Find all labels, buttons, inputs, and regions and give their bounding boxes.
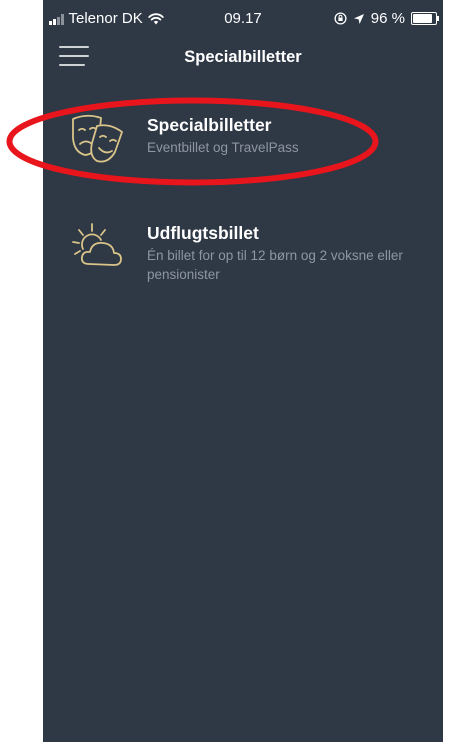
status-right: 96 % bbox=[334, 10, 439, 27]
battery-icon bbox=[411, 12, 439, 25]
item-title: Udflugtsbillet bbox=[147, 223, 259, 243]
rotation-lock-icon bbox=[334, 12, 347, 25]
item-title: Specialbilletter bbox=[147, 115, 272, 135]
list-item-specialbilletter[interactable]: Specialbilletter Eventbillet og TravelPa… bbox=[43, 108, 443, 188]
battery-percent: 96 % bbox=[370, 10, 405, 27]
app-screen: Telenor DK 09.17 96 % Specialbilletter S… bbox=[43, 0, 443, 742]
sun-cloud-icon bbox=[72, 223, 122, 266]
page-title: Specialbilletter bbox=[184, 48, 302, 66]
item-texts: Udflugtsbillet Én billet for op til 12 b… bbox=[147, 222, 429, 284]
list-item-udflugtsbillet[interactable]: Udflugtsbillet Én billet for op til 12 b… bbox=[43, 218, 443, 308]
nav-header: Specialbilletter bbox=[43, 36, 443, 84]
theater-masks-icon bbox=[72, 114, 123, 163]
item-subtitle: Eventbillet og TravelPass bbox=[147, 140, 299, 155]
battery-fill bbox=[413, 14, 433, 23]
item-texts: Specialbilletter Eventbillet og TravelPa… bbox=[147, 114, 429, 157]
item-subtitle: Én billet for op til 12 børn og 2 voksne… bbox=[147, 248, 403, 282]
status-bar: Telenor DK 09.17 96 % bbox=[43, 0, 443, 36]
location-arrow-icon bbox=[353, 13, 364, 24]
